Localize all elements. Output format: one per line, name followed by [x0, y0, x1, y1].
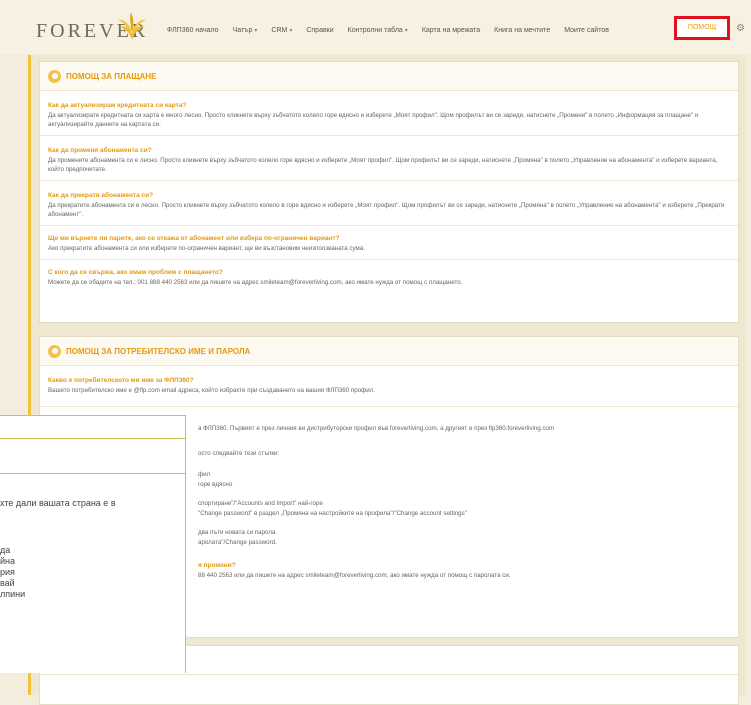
overlay-title-bar [0, 416, 185, 439]
faq-answer: 88 440 2563 или да пишете на адрес smile… [198, 572, 511, 579]
faq-item: Как да прекратя абонамента си? Да прекра… [40, 181, 738, 226]
overlay-list-item: да [0, 545, 11, 555]
payment-help-section: ПОМОЩ ЗА ПЛАЩАНЕ Как да актуализирам кре… [39, 61, 739, 323]
chevron-down-icon: ▾ [289, 28, 293, 34]
list-item: спортиране"/"Accounts and Import" най-го… [198, 500, 323, 507]
overlay-list-item: рия [0, 567, 15, 577]
faq-question[interactable]: я промени? [198, 561, 738, 570]
faq-question[interactable]: Как да променя абонамента си? [48, 146, 730, 155]
section-header: ПОМОЩ ЗА ПЛАЩАНЕ [40, 62, 738, 91]
overlay-list-item: йна [0, 556, 16, 566]
overlay-list-item: лпини [0, 589, 26, 599]
faq-item: Какво е потребителското ми име за ФЛП360… [40, 366, 738, 407]
list-item: горе вдясно [198, 481, 233, 488]
faq-answer: осто следвайте тези стъпки: [198, 450, 280, 457]
faq-answer: Да прекратите абонамента си е лесно. Про… [48, 202, 725, 218]
list-item: два пъти новата си парола. [198, 529, 278, 536]
overlay-list-item: вай [0, 578, 15, 588]
faq-question[interactable]: Как да прекратя абонамента си? [48, 191, 730, 200]
overlay-toolbar [0, 439, 185, 474]
faq-answer: Да актуализирате кредитната си карта е м… [48, 112, 699, 128]
nav-help[interactable]: ПОМОЩ [674, 16, 730, 40]
faq-item: Как да променя абонамента си? Да промени… [40, 136, 738, 181]
main-nav: ФЛП360 начало Чатър ▾ CRM ▾ Справки Конт… [160, 26, 616, 40]
chevron-down-icon: ▾ [404, 28, 408, 34]
faq-answer: Можете да се обадите на тел.: 001 888 44… [48, 279, 463, 286]
section-title: ПОМОЩ ЗА ПОТРЕБИТЕЛСКО ИМЕ И ПАРОЛА [66, 346, 251, 356]
gear-icon[interactable]: ⚙ [736, 23, 745, 34]
section-title: ПОМОЩ ЗА ПЛАЩАНЕ [66, 71, 157, 81]
section-icon [48, 69, 61, 83]
faq-question[interactable]: С кого да се свържа, ако имам проблем с … [48, 268, 730, 277]
aloe-logo-icon [118, 12, 146, 40]
nav-reports[interactable]: Справки [299, 26, 340, 40]
faq-question[interactable]: Ще ми върнете ли парите, ако се откажа о… [48, 234, 730, 243]
nav-flp360-home[interactable]: ФЛП360 начало [160, 26, 226, 40]
nav-dashboards[interactable]: Контролни табла ▾ [341, 26, 415, 40]
overlay-window: хте дали вашата страна е в да йна рия ва… [0, 415, 186, 673]
nav-crm[interactable]: CRM ▾ [264, 26, 299, 40]
faq-item: Ще ми върнете ли парите, ако се откажа о… [40, 226, 738, 260]
faq-answer: Вашето потребителско име е @flp.com emai… [48, 387, 376, 394]
section-header: ПОМОЩ ЗА ПОТРЕБИТЕЛСКО ИМЕ И ПАРОЛА [40, 337, 738, 366]
list-item: "Change password" в раздел „Промяна на н… [198, 510, 467, 517]
list-item: фил [198, 471, 211, 478]
chevron-down-icon: ▾ [254, 28, 258, 34]
faq-answer: а ФЛП360. Първият е през личния ви дистр… [198, 425, 555, 432]
section-icon [48, 344, 61, 358]
faq-answer: Ако прекратите абонамента си или изберет… [48, 245, 365, 252]
nav-network-map[interactable]: Карта на мрежата [415, 26, 487, 40]
nav-my-sites[interactable]: Моите сайтов [557, 26, 616, 40]
faq-question[interactable]: Как да актуализирам кредитната си карта? [48, 101, 730, 110]
faq-question[interactable]: Какво е потребителското ми име за ФЛП360… [48, 376, 730, 385]
partially-hidden-content: а ФЛП360. Първият е през личния ви дистр… [198, 423, 738, 580]
faq-item: С кого да се свържа, ако имам проблем с … [40, 260, 738, 293]
overlay-text: хте дали вашата страна е в [0, 498, 116, 508]
top-header: FOREVER ФЛП360 начало Чатър ▾ CRM ▾ Спра… [0, 0, 751, 54]
list-item: аролата"/Change password. [198, 539, 277, 546]
nav-chatter[interactable]: Чатър ▾ [226, 26, 265, 40]
faq-answer: Да промените абонамента си е лесно. Прос… [48, 157, 718, 173]
faq-item: Как да актуализирам кредитната си карта?… [40, 91, 738, 136]
nav-dream-book[interactable]: Книга на мечтите [487, 26, 557, 40]
